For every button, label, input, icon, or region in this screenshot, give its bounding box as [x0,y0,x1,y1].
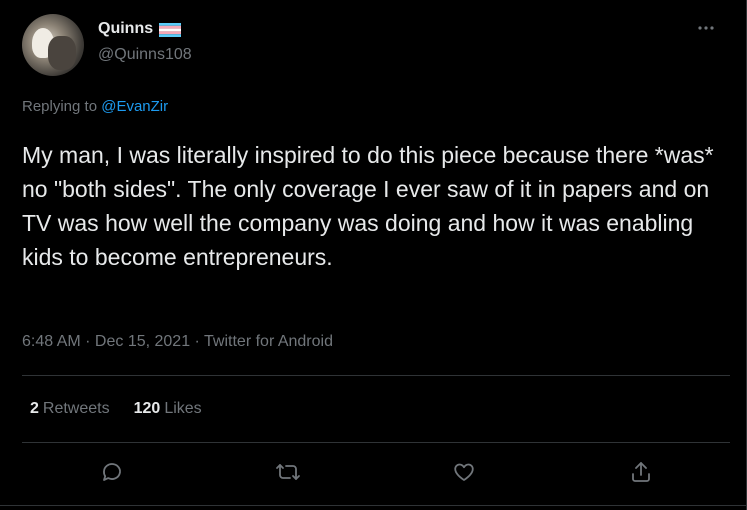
bottom-border [0,505,747,506]
more-icon[interactable] [694,16,718,40]
tweet-stats: 2 Retweets 120 Likes [30,400,202,418]
tweet-meta[interactable]: 6:48 AM · Dec 15, 2021 · Twitter for And… [22,333,333,351]
tweet-text: My man, I was literally inspired to do t… [22,142,714,270]
reply-icon[interactable] [98,458,126,486]
replying-prefix: Replying to [22,98,102,115]
user-handle[interactable]: @Quinns108 [98,46,192,64]
avatar[interactable] [22,14,84,76]
tweet-card: Quinns @Quinns108 Replying to @EvanZir M… [0,0,747,510]
trans-flag-icon [159,23,182,37]
action-bar [22,448,730,494]
likes-stat[interactable]: 120 Likes [134,400,202,418]
retweets-label: Retweets [42,400,110,417]
retweets-count: 2 [30,400,39,417]
tweet-header: Quinns @Quinns108 [22,14,722,76]
likes-count: 120 [133,400,161,417]
name-row: Quinns [98,20,182,38]
heart-icon[interactable] [450,458,478,486]
retweets-stat[interactable]: 2 Retweets [30,400,110,418]
display-name[interactable]: Quinns [98,20,153,38]
retweet-icon[interactable] [274,458,302,486]
divider [22,442,730,443]
likes-label: Likes [164,400,202,417]
share-icon[interactable] [627,458,655,486]
divider [22,375,730,376]
replying-to: Replying to @EvanZir [22,98,168,115]
reply-mention-link[interactable]: @EvanZir [101,98,168,115]
